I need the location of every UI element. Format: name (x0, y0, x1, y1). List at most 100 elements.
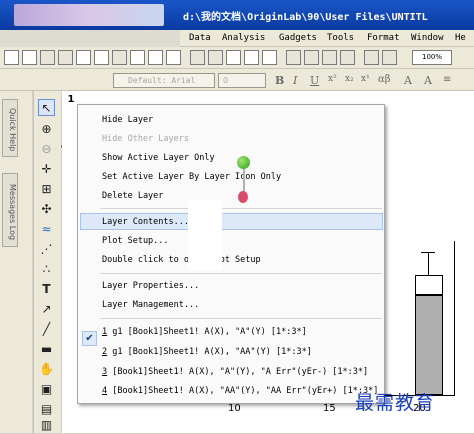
box-upper (415, 275, 443, 295)
set-active-layer-by-icon-item[interactable]: Set Active Layer By Layer Icon Only (102, 172, 281, 182)
mask-points-icon[interactable]: ⋰ (38, 241, 55, 258)
layer-management-item[interactable]: Layer Management... (102, 300, 199, 310)
plot-item-4[interactable]: 4 [Book1]Sheet1! A(X), "AA"(Y), "AA Err"… (102, 386, 378, 396)
menu-separator (100, 273, 382, 274)
import-icon[interactable] (286, 50, 301, 65)
new-worksheet-icon[interactable] (40, 50, 55, 65)
plot-label: [Book1]Sheet1! A(X), "AA"(Y), "AA Err"(y… (112, 386, 379, 396)
italic-icon[interactable]: I (293, 74, 297, 87)
import-multi-icon[interactable] (322, 50, 337, 65)
quick-help-tab[interactable]: Quick Help (2, 99, 18, 157)
add-graph-icon[interactable]: ▣ (38, 381, 55, 398)
subscript-icon[interactable]: x₂ (345, 74, 354, 84)
lollipop-base (238, 191, 248, 203)
pin-icon[interactable] (382, 50, 397, 65)
draw-data-icon[interactable]: ≈ (38, 221, 55, 238)
plot-num: 3 (102, 367, 108, 377)
menu-bar: Data Analysis Gadgets Tools Format Windo… (0, 30, 474, 47)
align-icon[interactable]: ≡ (443, 74, 451, 85)
menu-format[interactable]: Format (367, 33, 400, 43)
screen-reader-icon[interactable]: ✛ (38, 161, 55, 178)
zoom-box[interactable]: 100% (412, 50, 452, 65)
font-size-select[interactable]: 0 (218, 73, 266, 88)
new-graph-icon[interactable] (58, 50, 73, 65)
rectangle-tool-icon[interactable]: ▬ (38, 341, 55, 358)
side-panel: Quick Help Messages Log (0, 91, 32, 433)
line-tool-icon[interactable]: ╱ (38, 321, 55, 338)
layer-context-menu: Hide Layer Hide Other Layers Show Active… (77, 104, 385, 404)
plot-label: [Book1]Sheet1! A(X), "A"(Y), "A Err"(yEr… (112, 367, 369, 377)
double-click-plot-setup-item[interactable]: Double click to open Plot Setup (102, 255, 261, 265)
menu-help[interactable]: He (455, 33, 466, 43)
watermark-text: 最需教育 (355, 392, 436, 414)
new-folder-icon[interactable] (22, 50, 37, 65)
x-tick-15: 15 (323, 403, 336, 414)
gray-bar (415, 295, 443, 395)
lollipop-head (237, 156, 250, 169)
add-table-icon[interactable]: ▥ (38, 417, 55, 434)
zoom-in-tool-icon[interactable]: ⊕ (38, 121, 55, 138)
new-report-icon[interactable] (166, 50, 181, 65)
plot-item-2[interactable]: 2 g1 [Book1]Sheet1! A(X), "AA"(Y) [1*:3*… (102, 347, 312, 357)
menu-window[interactable]: Window (411, 33, 444, 43)
decrease-font-icon[interactable]: A (424, 74, 432, 87)
window-title: d:\我的文档\OriginLab\90\User Files\UNTITL (183, 12, 428, 23)
menu-tools[interactable]: Tools (327, 33, 354, 43)
menu-separator (100, 318, 382, 319)
data-selector-icon[interactable]: ✣ (38, 201, 55, 218)
menu-separator (100, 208, 382, 209)
regional-mask-icon[interactable]: ∴ (38, 261, 55, 278)
menu-gadgets[interactable]: Gadgets (279, 33, 317, 43)
save-template-icon[interactable] (262, 50, 277, 65)
super-sub-icon[interactable]: x¹ (361, 74, 370, 84)
zoom-out-tool-icon[interactable]: ⊖ (38, 141, 55, 158)
tools-toolbar: ↖ ⊕ ⊖ ✛ ⊞ ✣ ≈ ⋰ ∴ T ↗ ╱ ▬ ✋ ▣ ▤ ▥ (33, 91, 61, 433)
new-notes-icon[interactable] (130, 50, 145, 65)
open-icon[interactable] (190, 50, 205, 65)
text-tool-icon[interactable]: T (38, 281, 55, 298)
plot-num: 1 (102, 327, 108, 337)
title-blur (14, 4, 164, 26)
open-excel-icon[interactable] (226, 50, 241, 65)
pointer-tool-icon[interactable]: ↖ (38, 99, 55, 116)
open-template-icon[interactable] (208, 50, 223, 65)
hand-tool-icon[interactable]: ✋ (38, 361, 55, 378)
layer-properties-item[interactable]: Layer Properties... (102, 281, 199, 291)
recalculate-icon[interactable] (364, 50, 379, 65)
hide-other-layers-item: Hide Other Layers (102, 134, 189, 144)
underline-icon[interactable]: U (310, 74, 319, 87)
menu-data[interactable]: Data (189, 33, 211, 43)
import-ascii-icon[interactable] (304, 50, 319, 65)
new-layout-icon[interactable] (112, 50, 127, 65)
plot-setup-item[interactable]: Plot Setup... (102, 236, 169, 246)
menu-analysis[interactable]: Analysis (222, 33, 265, 43)
superscript-icon[interactable]: x² (328, 74, 337, 84)
new-project-icon[interactable] (4, 50, 19, 65)
bold-icon[interactable]: B (275, 74, 284, 87)
new-function-icon[interactable] (94, 50, 109, 65)
add-image-icon[interactable]: ▤ (38, 401, 55, 418)
layer-icon[interactable]: 1 (64, 94, 78, 107)
x-tick-10: 10 (228, 403, 241, 414)
title-bar: d:\我的文档\OriginLab\90\User Files\UNTITL (0, 0, 474, 30)
new-excel-icon[interactable] (148, 50, 163, 65)
plot-num: 4 (102, 386, 108, 396)
standard-toolbar: 100% (0, 47, 474, 69)
font-select[interactable]: Default: Arial (113, 73, 215, 88)
plot-item-3[interactable]: 3 [Book1]Sheet1! A(X), "A"(Y), "A Err"(y… (102, 367, 368, 377)
hide-layer-item[interactable]: Hide Layer (102, 115, 153, 125)
increase-font-icon[interactable]: A (404, 74, 412, 87)
plot-item-1[interactable]: 1 g1 [Book1]Sheet1! A(X), "A"(Y) [1*:3*] (102, 327, 307, 337)
import-wizard-icon[interactable] (340, 50, 355, 65)
menu-blur (0, 30, 180, 47)
new-matrix-icon[interactable] (76, 50, 91, 65)
messages-log-tab[interactable]: Messages Log (2, 173, 18, 247)
greek-icon[interactable]: αβ (378, 74, 391, 85)
layer-contents-item[interactable]: Layer Contents... (102, 217, 189, 227)
occluding-patch (188, 200, 222, 270)
show-active-layer-only-item[interactable]: Show Active Layer Only (102, 153, 215, 163)
delete-layer-item[interactable]: Delete Layer (102, 191, 163, 201)
arrow-tool-icon[interactable]: ↗ (38, 301, 55, 318)
save-project-icon[interactable] (244, 50, 259, 65)
data-reader-icon[interactable]: ⊞ (38, 181, 55, 198)
